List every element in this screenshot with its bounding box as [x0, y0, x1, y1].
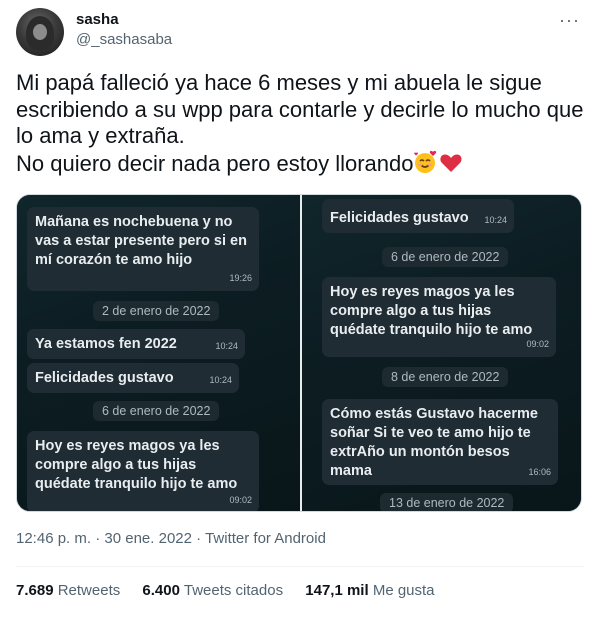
- likes-label: Me gusta: [372, 582, 435, 599]
- message-text: Mañana es nochebuena y no vas a estar pr…: [35, 214, 247, 268]
- red-heart-icon: [440, 154, 463, 172]
- display-name[interactable]: sasha: [76, 11, 119, 28]
- tweet-time[interactable]: 12:46 p. m.: [16, 530, 91, 547]
- message-time: 10:24: [209, 375, 232, 385]
- message-bubble: Hoy es reyes magos ya les compre algo a …: [27, 431, 259, 511]
- message-time: 09:02: [526, 339, 549, 349]
- divider: [16, 566, 584, 567]
- likes-stat[interactable]: 147,1 mil Me gusta: [305, 582, 434, 599]
- smiling-face-with-hearts-icon: [414, 150, 437, 173]
- quotes-label: Tweets citados: [183, 582, 284, 599]
- tweet-meta: 12:46 p. m. · 30 ene. 2022 · Twitter for…: [16, 530, 326, 547]
- tweet-stats: 7.689 Retweets 6.400 Tweets citados 147,…: [16, 582, 453, 599]
- tweet-date[interactable]: 30 ene. 2022: [104, 530, 192, 547]
- message-time: 19:26: [229, 273, 252, 283]
- tweet-header: sasha @_sashasaba ···: [16, 8, 584, 56]
- more-options-icon[interactable]: ···: [559, 10, 580, 31]
- message-time: 10:24: [484, 215, 507, 225]
- retweets-count: 7.689: [16, 582, 54, 599]
- user-handle[interactable]: @_sashasaba: [76, 31, 172, 48]
- tweet-body: Mi papá falleció ya hace 6 meses y mi ab…: [16, 70, 584, 176]
- date-chip: 6 de enero de 2022: [382, 247, 509, 267]
- message-time: 16:06: [528, 467, 551, 477]
- message-text: Hoy es reyes magos ya les compre algo a …: [35, 438, 238, 492]
- likes-count: 147,1 mil: [305, 582, 369, 599]
- chat-screenshot-right[interactable]: Felicidades gustavo 10:24 6 de enero de …: [302, 195, 581, 511]
- retweets-stat[interactable]: 7.689 Retweets: [16, 582, 120, 599]
- quotes-count: 6.400: [142, 582, 180, 599]
- tweet-source[interactable]: Twitter for Android: [205, 530, 326, 547]
- chat-screenshot-left[interactable]: Mañana es nochebuena y no vas a estar pr…: [17, 195, 300, 511]
- meta-separator: ·: [95, 530, 101, 547]
- message-bubble: Mañana es nochebuena y no vas a estar pr…: [27, 207, 259, 291]
- tweet-text: Mi papá falleció ya hace 6 meses y mi ab…: [16, 70, 586, 177]
- message-text: Hoy es reyes magos ya les compre algo a …: [330, 284, 533, 338]
- message-text: Cómo estás Gustavo hacerme soñar Si te v…: [330, 406, 538, 479]
- avatar-face: [33, 24, 47, 40]
- tweet-media[interactable]: Mañana es nochebuena y no vas a estar pr…: [16, 194, 582, 512]
- date-chip: 8 de enero de 2022: [382, 367, 509, 387]
- message-bubble: Cómo estás Gustavo hacerme soñar Si te v…: [322, 399, 558, 485]
- message-time: 10:24: [215, 341, 238, 351]
- meta-separator: ·: [196, 530, 202, 547]
- quotes-stat[interactable]: 6.400 Tweets citados: [142, 582, 283, 599]
- message-bubble: Ya estamos fen 2022 10:24: [27, 329, 245, 359]
- date-chip: 2 de enero de 2022: [93, 301, 220, 321]
- message-bubble: Felicidades gustavo 10:24: [27, 363, 239, 393]
- retweets-label: Retweets: [57, 582, 121, 599]
- message-text: Felicidades gustavo: [35, 370, 174, 386]
- message-time: 09:02: [229, 495, 252, 505]
- message-bubble: Felicidades gustavo 10:24: [322, 199, 514, 233]
- date-chip: 6 de enero de 2022: [93, 401, 220, 421]
- message-bubble: Hoy es reyes magos ya les compre algo a …: [322, 277, 556, 357]
- message-text: Felicidades gustavo: [330, 210, 469, 226]
- date-chip: 13 de enero de 2022: [380, 493, 514, 511]
- avatar[interactable]: [16, 8, 64, 56]
- message-text: Ya estamos fen 2022: [35, 336, 177, 352]
